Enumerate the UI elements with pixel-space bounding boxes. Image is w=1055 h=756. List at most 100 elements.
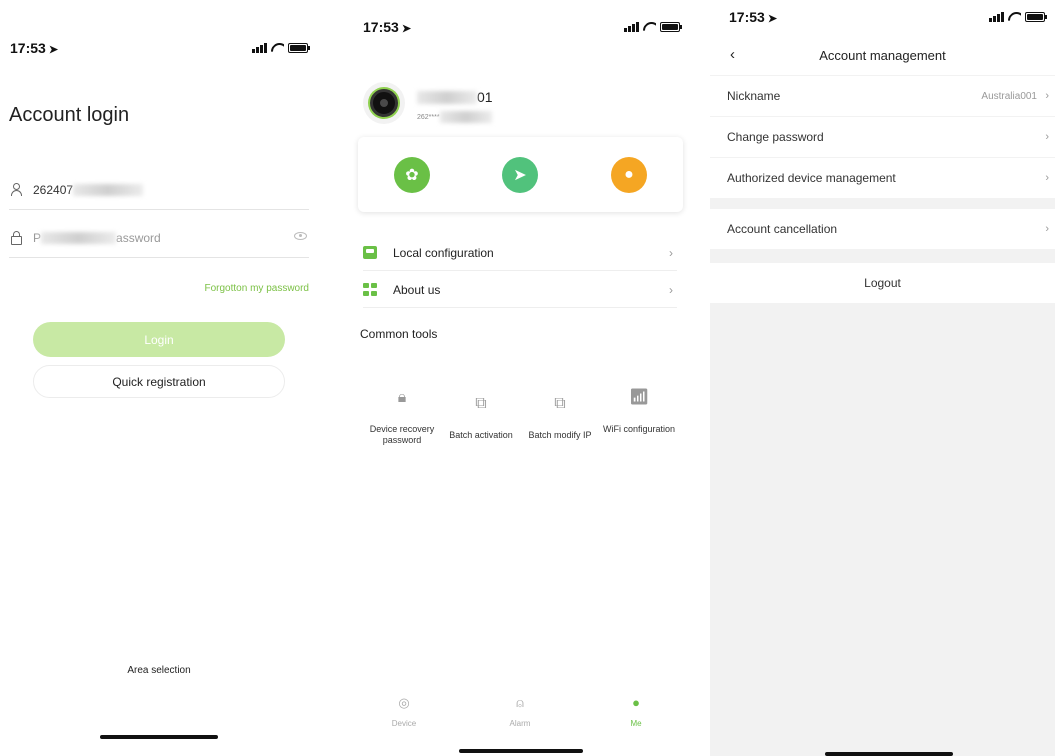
redacted-blur: [439, 111, 492, 123]
section-title: Common tools: [360, 327, 438, 341]
status-bar: 17:53 ➤: [0, 40, 318, 60]
camera-icon: ◎: [398, 695, 410, 710]
tab-label: Device: [391, 719, 417, 728]
quick-actions-card: ✿ ➤ ●: [358, 137, 683, 212]
logout-button[interactable]: Logout: [710, 263, 1055, 303]
menu-item-about-us[interactable]: About us ›: [363, 272, 677, 308]
tool-batch-modify-ip[interactable]: ⧉ Batch modify IP: [520, 394, 600, 441]
tool-label: Batch activation: [449, 430, 513, 440]
password-placeholder-start: P: [33, 230, 42, 245]
user-id-prefix: 262****: [417, 113, 440, 121]
wifi-config-icon: 📶︎: [629, 389, 650, 406]
redacted-blur: [417, 90, 477, 104]
chevron-right-icon: ›: [1045, 223, 1049, 235]
chevron-right-icon: ›: [669, 245, 673, 260]
password-placeholder-end: assword: [116, 230, 161, 245]
copy-icon: ⧉: [475, 395, 487, 412]
person-icon: ●: [632, 695, 640, 710]
status-time: 17:53 ➤: [10, 40, 58, 56]
home-indicator: [100, 735, 218, 739]
signal-icon: [624, 22, 639, 32]
alarm-icon: ⍝: [516, 695, 524, 710]
tab-alarm[interactable]: ⍝ Alarm: [490, 695, 550, 728]
status-time-text: 17:53: [10, 40, 46, 56]
user-id: 262****: [417, 111, 492, 123]
username-field[interactable]: 262407: [9, 170, 309, 210]
tab-bar: ◎ Device ⍝ Alarm ● Me: [350, 695, 690, 740]
row-nickname[interactable]: Nickname Australia001 ›: [710, 76, 1055, 116]
signal-icon: [252, 43, 267, 53]
chevron-right-icon: ›: [669, 282, 673, 297]
inbox-icon: [363, 246, 377, 259]
chevron-right-icon: ›: [1045, 172, 1049, 184]
login-screen: 17:53 ➤ Account login 262407 P assword Fo…: [0, 0, 318, 756]
tab-me[interactable]: ● Me: [606, 695, 666, 728]
grid-icon: [363, 283, 377, 296]
status-time-text: 17:53: [363, 19, 399, 35]
location-arrow-icon: ➤: [48, 44, 59, 56]
tool-device-recovery-password[interactable]: 🔒︎ Device recovery password: [362, 388, 442, 446]
row-label: Authorized device management: [727, 171, 896, 185]
tab-label: Me: [630, 719, 642, 728]
send-icon[interactable]: ➤: [502, 157, 538, 193]
battery-icon: [660, 22, 682, 32]
account-management-screen: 17:53 ➤ ‹ Account management Nickname Aus…: [710, 0, 1055, 756]
quick-registration-button[interactable]: Quick registration: [33, 365, 285, 398]
menu-item-label: About us: [393, 282, 441, 297]
forgot-password-link[interactable]: Forgotton my password: [205, 283, 310, 294]
menu-item-local-configuration[interactable]: Local configuration ›: [363, 235, 677, 271]
area-selection-link[interactable]: Area selection: [0, 665, 318, 676]
row-authorized-device-management[interactable]: Authorized device management ›: [710, 158, 1055, 198]
row-value: Australia001: [981, 90, 1037, 102]
tool-label: Device recovery password: [369, 424, 435, 445]
row-label: Nickname: [727, 89, 781, 103]
user-name: 01: [417, 89, 493, 105]
status-time: 17:53 ➤: [729, 9, 777, 25]
me-screen: 17:53 ➤ 01 262**** ✿ ➤ ● Local configurat…: [350, 0, 690, 756]
status-time-text: 17:53: [729, 9, 765, 25]
lock-icon: 🔒︎: [397, 389, 407, 406]
row-label: Change password: [727, 130, 824, 144]
menu-item-label: Local configuration: [393, 245, 494, 260]
status-icons: [252, 43, 310, 53]
status-bar: 17:53 ➤: [710, 9, 1055, 29]
battery-icon: [288, 43, 310, 53]
signal-icon: [989, 12, 1004, 22]
password-field[interactable]: P assword: [9, 218, 309, 258]
eye-icon[interactable]: [294, 232, 307, 240]
tab-device[interactable]: ◎ Device: [374, 695, 434, 728]
battery-icon: [1025, 12, 1047, 22]
redacted-blur: [41, 231, 117, 244]
location-arrow-icon: ➤: [401, 23, 412, 35]
wifi-icon: [271, 43, 284, 53]
wifi-icon: [643, 22, 656, 32]
status-time: 17:53 ➤: [363, 19, 411, 35]
wifi-icon: [1008, 12, 1021, 22]
user-name-suffix: 01: [477, 89, 493, 105]
location-arrow-icon: ➤: [767, 13, 778, 25]
lock-icon: [9, 231, 23, 245]
redacted-blur: [73, 183, 144, 196]
page-title: Account login: [9, 104, 130, 126]
row-account-cancellation[interactable]: Account cancellation ›: [710, 209, 1055, 249]
aperture-icon[interactable]: ✿: [394, 157, 430, 193]
camera-lens-icon: [370, 89, 398, 117]
login-button[interactable]: Login: [33, 322, 285, 357]
status-icons: [989, 12, 1047, 22]
status-bar: 17:53 ➤: [350, 19, 690, 39]
chevron-right-icon: ›: [1045, 90, 1049, 102]
tool-label: Batch modify IP: [528, 430, 592, 440]
home-indicator: [459, 749, 583, 753]
row-label: Account cancellation: [727, 222, 838, 236]
row-change-password[interactable]: Change password ›: [710, 117, 1055, 157]
avatar[interactable]: [363, 82, 405, 124]
page-title: Account management: [819, 48, 946, 63]
home-indicator: [825, 752, 953, 756]
user-icon[interactable]: ●: [611, 157, 647, 193]
tab-label: Alarm: [509, 719, 531, 728]
edit-copy-icon: ⧉: [554, 395, 566, 412]
tool-batch-activation[interactable]: ⧉ Batch activation: [441, 394, 521, 441]
status-icons: [624, 22, 682, 32]
tool-wifi-configuration[interactable]: 📶︎ WiFi configuration: [599, 388, 679, 435]
chevron-right-icon: ›: [1045, 131, 1049, 143]
